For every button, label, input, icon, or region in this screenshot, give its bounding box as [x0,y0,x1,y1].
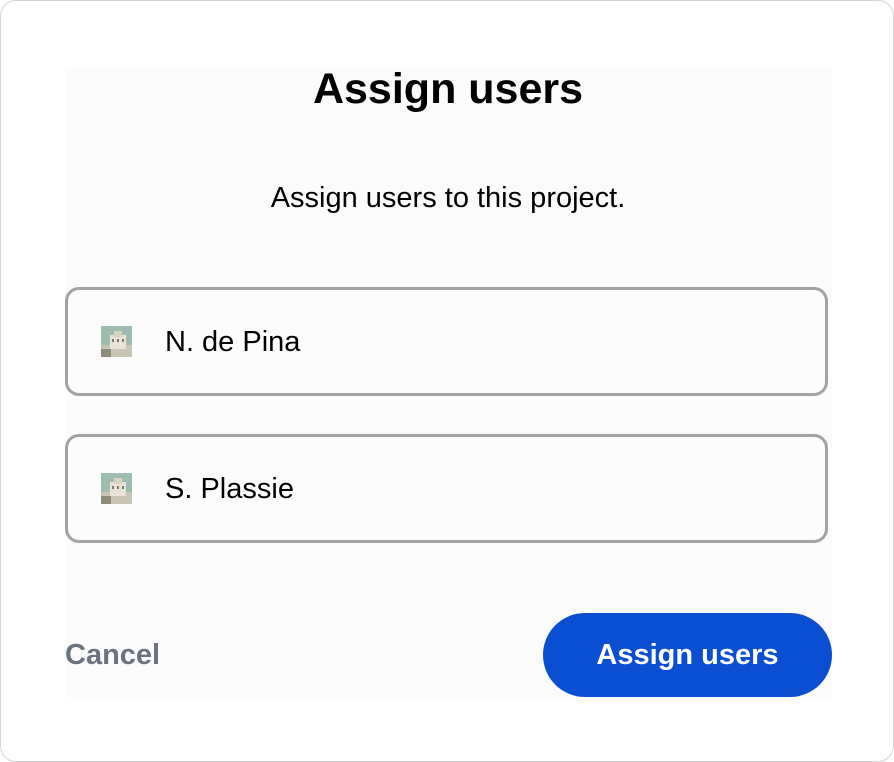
dialog-subtitle: Assign users to this project. [270,182,626,214]
user-avatar-icon [101,473,132,504]
assign-users-dialog: Assign users Assign users to this projec… [0,0,894,762]
cancel-button[interactable]: Cancel [65,637,160,673]
dialog-title: Assign users [312,65,584,113]
assign-users-button[interactable]: Assign users [543,613,832,697]
user-option-s-plassie[interactable]: S. Plassie [65,434,828,543]
user-avatar-icon [101,326,132,357]
user-name: N. de Pina [165,325,301,358]
user-name: S. Plassie [165,472,294,505]
user-option-n-de-pina[interactable]: N. de Pina [65,287,828,396]
